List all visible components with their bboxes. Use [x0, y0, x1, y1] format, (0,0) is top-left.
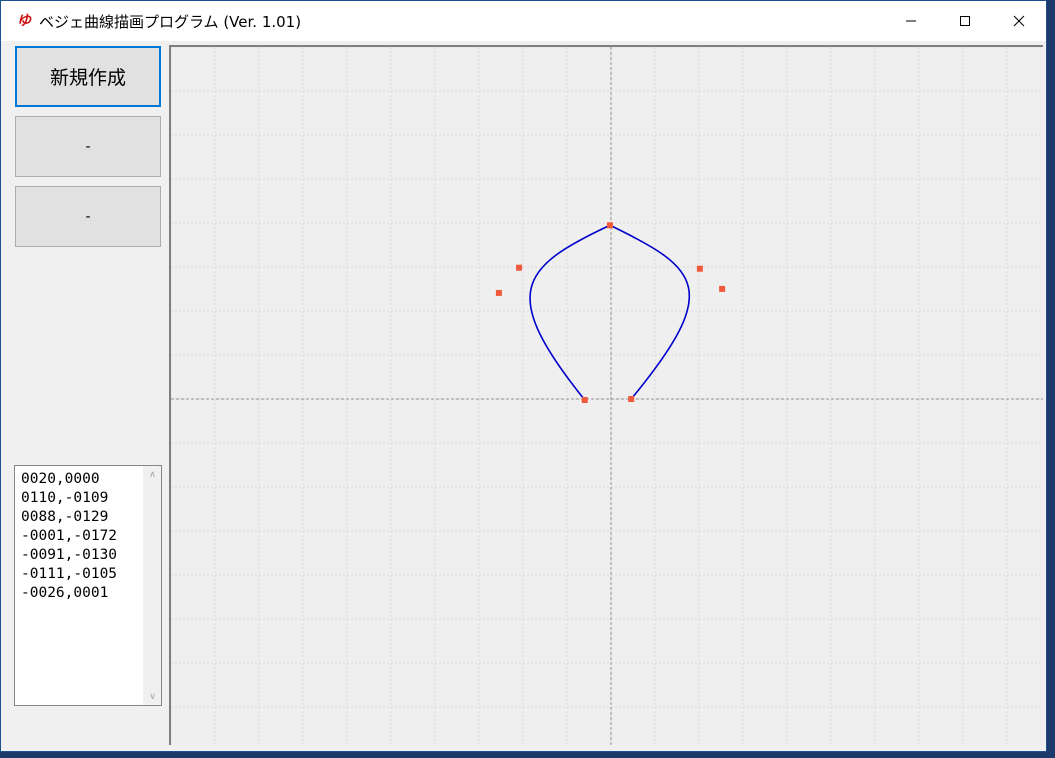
control-point: [719, 285, 726, 292]
list-item[interactable]: 0088,-0129: [21, 508, 117, 527]
bezier-canvas-svg[interactable]: [171, 47, 1043, 745]
bezier-curve: [529, 224, 690, 401]
list-item[interactable]: -0026,0001: [21, 584, 117, 603]
sidebar-button-2[interactable]: -: [15, 116, 161, 177]
control-point: [495, 289, 502, 296]
points-list: 0020,0000 0110,-0109 0088,-0129 -0001,-0172…: [21, 470, 117, 603]
list-item[interactable]: 0110,-0109: [21, 489, 117, 508]
points-listbox[interactable]: 0020,0000 0110,-0109 0088,-0129 -0001,-0172…: [14, 465, 162, 706]
control-point: [516, 264, 523, 271]
main-window: ゆ ベジェ曲線描画プログラム (Ver. 1.01) 新規作成 - - 0020…: [0, 0, 1047, 752]
listbox-scrollbar[interactable]: ∧ ∨: [143, 466, 161, 705]
control-point: [606, 222, 613, 229]
list-item[interactable]: -0091,-0130: [21, 546, 117, 565]
control-point: [581, 397, 588, 404]
maximize-button[interactable]: [938, 1, 992, 41]
window-title: ベジェ曲線描画プログラム (Ver. 1.01): [39, 12, 302, 31]
close-icon: [1013, 15, 1025, 27]
window-controls: [884, 1, 1046, 41]
list-item[interactable]: 0020,0000: [21, 470, 117, 489]
minimize-button[interactable]: [884, 1, 938, 41]
bezier-app-icon: ゆ: [17, 13, 31, 29]
scroll-up-icon[interactable]: ∧: [144, 466, 161, 483]
drawing-canvas[interactable]: [169, 45, 1043, 745]
maximize-icon: [960, 16, 970, 26]
list-item[interactable]: -0001,-0172: [21, 527, 117, 546]
title-bar[interactable]: ゆ ベジェ曲線描画プログラム (Ver. 1.01): [1, 1, 1046, 41]
control-point: [628, 396, 635, 402]
new-button[interactable]: 新規作成: [15, 46, 161, 107]
minimize-icon: [906, 20, 916, 22]
close-button[interactable]: [992, 1, 1046, 41]
list-item[interactable]: -0111,-0105: [21, 565, 117, 584]
control-point: [696, 265, 703, 272]
sidebar-button-3[interactable]: -: [15, 186, 161, 247]
scroll-down-icon[interactable]: ∨: [144, 688, 161, 705]
